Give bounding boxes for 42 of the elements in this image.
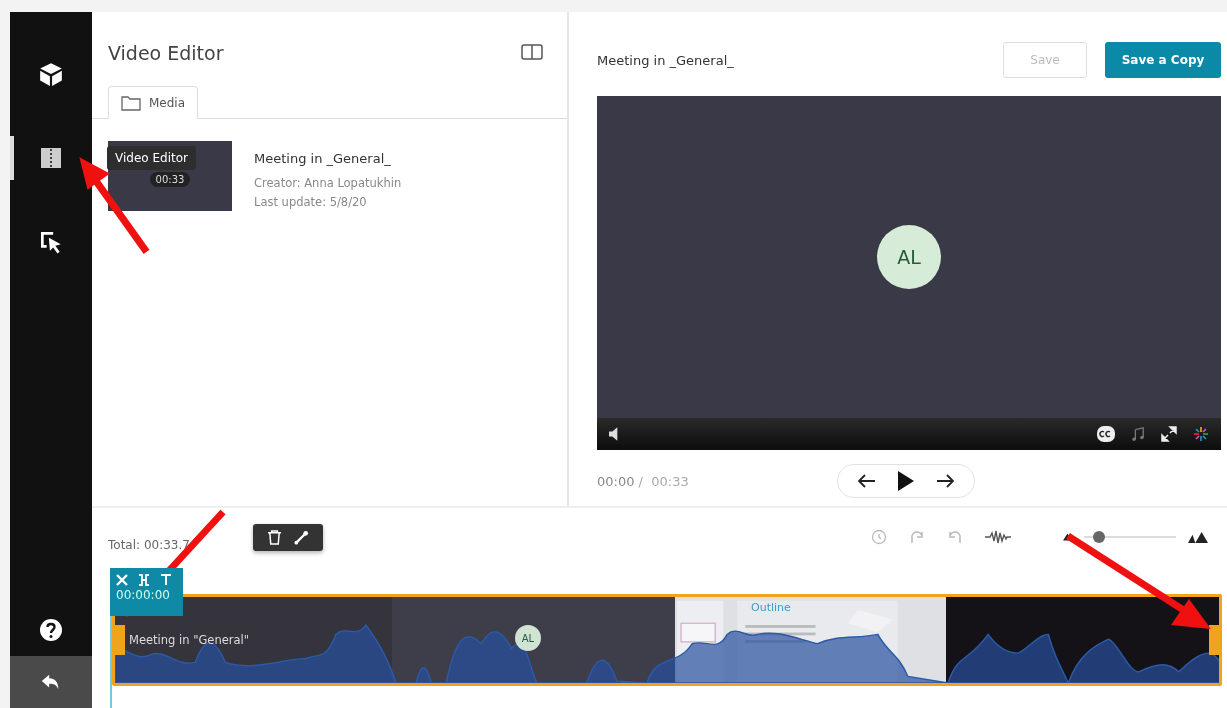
- close-icon[interactable]: [116, 574, 128, 586]
- panel-title: Video Editor: [108, 42, 224, 64]
- avatar: AL: [877, 225, 941, 289]
- columns-icon: [521, 43, 543, 60]
- zoom-in-icon[interactable]: [1188, 531, 1208, 543]
- waveform-icon[interactable]: [985, 530, 1011, 544]
- music-note-icon[interactable]: [1131, 426, 1145, 442]
- slide-title: Outline: [751, 601, 791, 614]
- duration-badge: 00:33: [149, 171, 191, 187]
- back-button[interactable]: [10, 656, 92, 708]
- layout-toggle-button[interactable]: [521, 43, 543, 63]
- right-arrow-icon: [936, 474, 954, 488]
- total-duration: Total: 00:33.7: [108, 538, 191, 552]
- split-icon[interactable]: [138, 574, 150, 586]
- save-copy-button[interactable]: Save a Copy: [1105, 42, 1221, 78]
- captions-icon[interactable]: [1097, 426, 1115, 442]
- play-icon: [898, 471, 914, 491]
- film-icon: [39, 146, 63, 170]
- time-display: 00:00 / 00:33: [597, 473, 690, 489]
- fullscreen-icon[interactable]: [1161, 426, 1177, 442]
- next-frame-button[interactable]: [936, 474, 954, 488]
- trash-icon[interactable]: [267, 529, 282, 545]
- trim-handle[interactable]: [115, 625, 125, 655]
- video-title: Meeting in _General_: [597, 52, 735, 68]
- help-icon: [39, 618, 63, 642]
- trim-icon[interactable]: [160, 574, 172, 586]
- media-tab[interactable]: Media: [108, 86, 199, 119]
- cube-icon: [38, 61, 64, 87]
- sparkle-icon[interactable]: [1193, 426, 1209, 442]
- previous-frame-button[interactable]: [858, 474, 876, 488]
- media-title: Meeting in _General_: [254, 151, 392, 166]
- creator-text: Creator: Anna Lopatukhin: [254, 176, 402, 190]
- clip-title: Meeting in "General": [129, 633, 250, 647]
- trim-handle[interactable]: [1209, 625, 1219, 655]
- nav-tooltip: Video Editor: [107, 146, 196, 170]
- play-button[interactable]: [898, 471, 914, 491]
- wrench-icon[interactable]: [294, 529, 309, 545]
- left-arrow-icon: [858, 474, 876, 488]
- folder-icon: [121, 95, 141, 111]
- volume-icon[interactable]: [609, 427, 619, 441]
- last-update-text: Last update: 5/8/20: [254, 195, 368, 209]
- zoom-out-icon[interactable]: [1063, 533, 1072, 541]
